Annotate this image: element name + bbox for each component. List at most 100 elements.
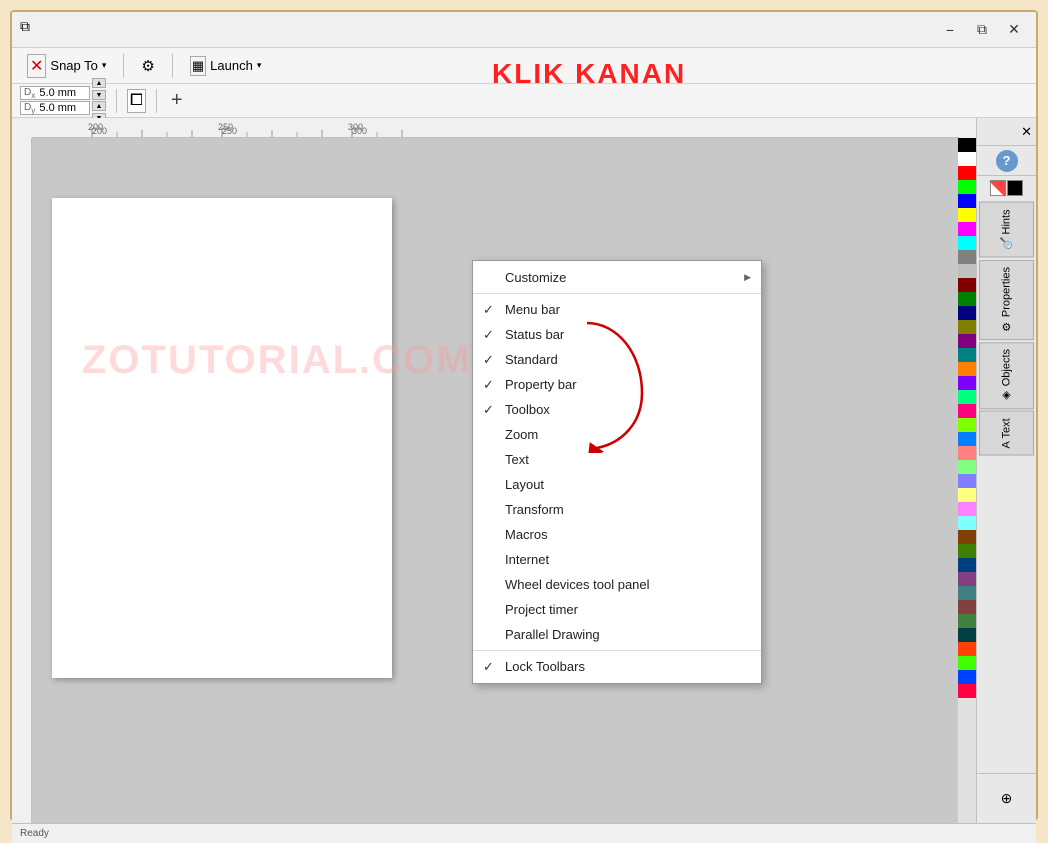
snap-button[interactable]: ✕ Snap To ▾: [20, 50, 113, 82]
menu-item-menu-bar[interactable]: Menu bar: [473, 297, 761, 322]
launch-label: Launch: [210, 58, 253, 73]
color-swatch[interactable]: [958, 418, 976, 432]
panel-close-button[interactable]: ✕: [1021, 124, 1032, 140]
minimize-button[interactable]: −: [936, 19, 964, 41]
color-swatch[interactable]: [958, 642, 976, 656]
color-swatch[interactable]: [958, 558, 976, 572]
color-swatch[interactable]: [958, 530, 976, 544]
objects-tab[interactable]: ◈ Objects: [979, 342, 1034, 409]
add-button[interactable]: +: [167, 89, 187, 112]
color-swatch[interactable]: [958, 236, 976, 250]
menu-item-wheel-devices-tool-panel[interactable]: Wheel devices tool panel: [473, 572, 761, 597]
dx-input[interactable]: Dx 5.0 mm: [20, 86, 90, 100]
app-window: ⧉ − ⧉ ✕ KLIK KANAN ✕ Snap To ▾ ⚙ ▦ Launc…: [10, 10, 1038, 821]
restore-button[interactable]: ⧉: [968, 19, 996, 41]
title-bar: ⧉ − ⧉ ✕: [12, 12, 1036, 48]
color-swatch[interactable]: [958, 292, 976, 306]
close-button[interactable]: ✕: [1000, 19, 1028, 41]
color-swatch[interactable]: [958, 656, 976, 670]
menu-item-project-timer[interactable]: Project timer: [473, 597, 761, 622]
color-swatch[interactable]: [958, 614, 976, 628]
color-swatch[interactable]: [958, 544, 976, 558]
color-swatch[interactable]: [958, 684, 976, 698]
menu-item-lock-toolbars[interactable]: Lock Toolbars: [473, 654, 761, 679]
menu-item-internet[interactable]: Internet: [473, 547, 761, 572]
no-fill-swatch[interactable]: [990, 180, 1006, 196]
color-swatch[interactable]: [958, 474, 976, 488]
menu-item-text[interactable]: Text: [473, 447, 761, 472]
color-swatch[interactable]: [958, 180, 976, 194]
color-swatch[interactable]: [958, 404, 976, 418]
gear-button[interactable]: ⚙: [134, 53, 161, 79]
color-swatch[interactable]: [958, 152, 976, 166]
color-swatch[interactable]: [958, 572, 976, 586]
color-swatch[interactable]: [958, 250, 976, 264]
menu-item-label: Transform: [505, 502, 564, 517]
launch-button[interactable]: ▦ Launch ▾: [183, 52, 268, 80]
menu-item-label: Lock Toolbars: [505, 659, 585, 674]
color-swatch[interactable]: [958, 166, 976, 180]
color-swatch[interactable]: [958, 432, 976, 446]
text-tab[interactable]: A Text: [979, 411, 1034, 456]
color-swatch[interactable]: [958, 362, 976, 376]
color-swatch[interactable]: [958, 334, 976, 348]
objects-tab-icon: ◈: [1000, 389, 1013, 402]
color-swatch[interactable]: [958, 488, 976, 502]
black-swatch[interactable]: [1007, 180, 1023, 196]
menu-item-parallel-drawing[interactable]: Parallel Drawing: [473, 622, 761, 647]
color-swatch[interactable]: [958, 390, 976, 404]
menu-item-customize[interactable]: Customize: [473, 265, 761, 290]
menu-divider-1: [473, 293, 761, 294]
dy-input[interactable]: Dy 5.0 mm: [20, 101, 90, 115]
color-swatch[interactable]: [958, 194, 976, 208]
hints-tab[interactable]: 🔍 Hints: [979, 202, 1034, 258]
color-swatch[interactable]: [958, 264, 976, 278]
menu-item-zoom[interactable]: Zoom: [473, 422, 761, 447]
color-swatch[interactable]: [958, 670, 976, 684]
prop-down-arrow[interactable]: ▼: [92, 90, 106, 100]
color-swatch[interactable]: [958, 348, 976, 362]
menu-item-layout[interactable]: Layout: [473, 472, 761, 497]
prop-divider2: [156, 89, 157, 113]
color-swatch[interactable]: [958, 586, 976, 600]
hints-tab-label: Hints: [1001, 209, 1013, 234]
menu-item-label: Zoom: [505, 427, 538, 442]
menu-item-transform[interactable]: Transform: [473, 497, 761, 522]
color-swatch[interactable]: [958, 600, 976, 614]
properties-tab[interactable]: ⚙ Properties: [979, 260, 1034, 340]
text-tab-label: Text: [1001, 418, 1013, 438]
color-swatch[interactable]: [958, 138, 976, 152]
color-swatch[interactable]: [958, 516, 976, 530]
ruler-vertical: [12, 138, 32, 823]
bottom-tab[interactable]: ⊕: [977, 773, 1036, 823]
color-swatch[interactable]: [958, 376, 976, 390]
menu-item-macros[interactable]: Macros: [473, 522, 761, 547]
menu-item-property-bar[interactable]: Property bar: [473, 372, 761, 397]
snap-dropdown-arrow[interactable]: ▾: [102, 60, 107, 71]
color-swatch[interactable]: [958, 628, 976, 642]
color-swatch[interactable]: [958, 502, 976, 516]
menu-item-label: Project timer: [505, 602, 578, 617]
color-swatch[interactable]: [958, 208, 976, 222]
menu-item-status-bar[interactable]: Status bar: [473, 322, 761, 347]
color-swatch[interactable]: [958, 278, 976, 292]
prop-up-arrow2[interactable]: ▲: [92, 101, 106, 111]
restore-icon-left[interactable]: ⧉: [20, 18, 30, 35]
color-swatch[interactable]: [958, 320, 976, 334]
menu-item-standard[interactable]: Standard: [473, 347, 761, 372]
hints-icon-area[interactable]: ?: [977, 146, 1036, 176]
toolbar-divider-1: [123, 54, 124, 78]
menu-item-label: Layout: [505, 477, 544, 492]
color-swatch[interactable]: [958, 460, 976, 474]
color-swatch[interactable]: [958, 222, 976, 236]
menu-item-label: Standard: [505, 352, 558, 367]
color-swatch[interactable]: [958, 446, 976, 460]
dx-label: Dx: [24, 87, 35, 100]
watermark-text: ZOTUTORIAL.COM: [82, 338, 471, 383]
launch-dropdown-arrow[interactable]: ▾: [257, 60, 262, 71]
color-swatch[interactable]: [958, 306, 976, 320]
svg-text:300: 300: [348, 122, 363, 132]
prop-up-arrow[interactable]: ▲: [92, 78, 106, 88]
menu-item-toolbox[interactable]: Toolbox: [473, 397, 761, 422]
objects-tab-label: Objects: [1001, 349, 1013, 386]
